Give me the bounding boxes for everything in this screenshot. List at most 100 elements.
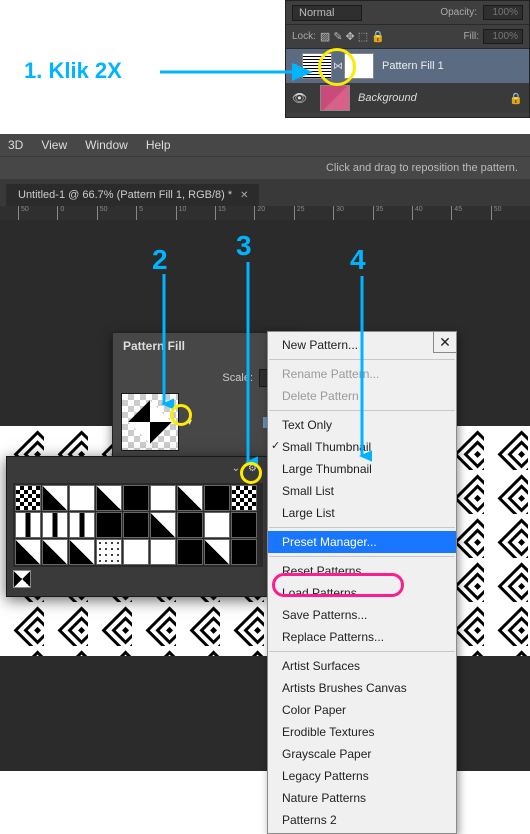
pattern-item[interactable] bbox=[15, 512, 41, 538]
ps-main-window: 3D View Window Help Click and drag to re… bbox=[0, 134, 530, 771]
ruler-tick: 50 bbox=[97, 206, 136, 220]
pattern-item[interactable] bbox=[204, 512, 230, 538]
ruler-tick: 50 bbox=[18, 206, 57, 220]
pattern-item[interactable] bbox=[42, 539, 68, 565]
annotation-arrow-4 bbox=[352, 276, 372, 466]
ruler-tick: 40 bbox=[412, 206, 451, 220]
menu-color-paper[interactable]: Color Paper bbox=[268, 699, 456, 721]
menu-3d[interactable]: 3D bbox=[8, 138, 23, 152]
layer-link-icon[interactable]: ⋈ bbox=[332, 61, 344, 72]
pattern-item[interactable] bbox=[42, 485, 68, 511]
pattern-item[interactable] bbox=[177, 539, 203, 565]
lock-move-icon[interactable]: ✥ bbox=[346, 30, 355, 43]
lock-crop-icon[interactable]: ⬚ bbox=[358, 30, 368, 43]
lock-brush-icon[interactable]: ✎ bbox=[333, 30, 342, 43]
ruler-tick: 15 bbox=[215, 206, 254, 220]
pattern-item[interactable] bbox=[96, 512, 122, 538]
pattern-item[interactable] bbox=[69, 485, 95, 511]
pattern-item[interactable] bbox=[150, 512, 176, 538]
pattern-item[interactable] bbox=[204, 485, 230, 511]
pattern-item[interactable] bbox=[42, 512, 68, 538]
bg-thumb[interactable] bbox=[320, 85, 350, 111]
pattern-item[interactable] bbox=[69, 539, 95, 565]
lock-icons: ▨ ✎ ✥ ⬚ 🔒 bbox=[320, 30, 385, 43]
ruler-tick: 25 bbox=[294, 206, 333, 220]
menu-save-patterns[interactable]: Save Patterns... bbox=[268, 604, 456, 626]
annotation-arrow-1 bbox=[160, 62, 320, 82]
annotation-number-3: 3 bbox=[236, 230, 252, 262]
pattern-item[interactable] bbox=[123, 539, 149, 565]
menu-window[interactable]: Window bbox=[85, 138, 128, 152]
ruler-tick: 0 bbox=[57, 206, 96, 220]
menubar: 3D View Window Help bbox=[0, 134, 530, 156]
blend-mode-dropdown[interactable]: Normal bbox=[292, 5, 362, 21]
layer-pattern-fill[interactable]: ▾ ⋈ Pattern Fill 1 bbox=[286, 49, 529, 83]
menu-reset-patterns[interactable]: Reset Patterns... bbox=[268, 560, 456, 582]
pattern-item[interactable] bbox=[150, 539, 176, 565]
menu-artists-brushes[interactable]: Artists Brushes Canvas bbox=[268, 677, 456, 699]
menu-small-list[interactable]: Small List bbox=[268, 480, 456, 502]
layers-blend-row: Normal Opacity: 100% bbox=[286, 1, 529, 25]
chevron-down-icon[interactable]: ▾ bbox=[187, 417, 192, 428]
pattern-item[interactable] bbox=[96, 539, 122, 565]
menu-view[interactable]: View bbox=[41, 138, 67, 152]
annotation-arrow-3 bbox=[238, 262, 258, 472]
opacity-label: Opacity: bbox=[440, 7, 477, 18]
menu-artist-surfaces[interactable]: Artist Surfaces bbox=[268, 655, 456, 677]
ruler-tick: 45 bbox=[451, 206, 490, 220]
pattern-item[interactable] bbox=[15, 539, 41, 565]
ruler-tick: 35 bbox=[373, 206, 412, 220]
lock-all-icon[interactable]: 🔒 bbox=[371, 30, 385, 43]
eye-icon[interactable]: 👁 bbox=[292, 91, 306, 105]
pattern-item[interactable] bbox=[177, 512, 203, 538]
menu-erodible[interactable]: Erodible Textures bbox=[268, 721, 456, 743]
pattern-item-small[interactable] bbox=[13, 570, 31, 588]
pattern-item[interactable] bbox=[96, 485, 122, 511]
opacity-value[interactable]: 100% bbox=[483, 5, 523, 20]
menu-replace-patterns[interactable]: Replace Patterns... bbox=[268, 626, 456, 648]
bg-lock-icon: 🔒 bbox=[509, 92, 523, 105]
pattern-item[interactable] bbox=[177, 485, 203, 511]
menu-patterns-2[interactable]: Patterns 2 bbox=[268, 809, 456, 831]
ruler-tick: 20 bbox=[254, 206, 293, 220]
lock-label: Lock: bbox=[292, 31, 316, 42]
options-bar: Click and drag to reposition the pattern… bbox=[0, 156, 530, 180]
pattern-item[interactable] bbox=[231, 485, 257, 511]
pattern-item[interactable] bbox=[231, 512, 257, 538]
fill-label: Fill: bbox=[463, 31, 479, 42]
layer-mask-thumb[interactable] bbox=[344, 53, 374, 79]
pattern-item[interactable] bbox=[150, 485, 176, 511]
doc-tab-label: Untitled-1 @ 66.7% (Pattern Fill 1, RGB/… bbox=[18, 189, 232, 201]
fill-value[interactable]: 100% bbox=[483, 29, 523, 44]
ruler-tick: 50 bbox=[491, 206, 530, 220]
close-icon[interactable]: ✕ bbox=[433, 331, 457, 353]
layers-panel: Normal Opacity: 100% Lock: ▨ ✎ ✥ ⬚ 🔒 Fil… bbox=[285, 0, 530, 118]
menu-nature-patterns[interactable]: Nature Patterns bbox=[268, 787, 456, 809]
menu-help[interactable]: Help bbox=[146, 138, 171, 152]
pattern-item[interactable] bbox=[15, 485, 41, 511]
layer-name-label: Pattern Fill 1 bbox=[382, 60, 444, 72]
pattern-item[interactable] bbox=[204, 539, 230, 565]
lock-trans-icon[interactable]: ▨ bbox=[320, 30, 330, 43]
menu-load-patterns[interactable]: Load Patterns... bbox=[268, 582, 456, 604]
ruler-tick: 5 bbox=[136, 206, 175, 220]
annotation-number-4: 4 bbox=[350, 244, 366, 276]
pattern-item[interactable] bbox=[231, 539, 257, 565]
menu-preset-manager[interactable]: Preset Manager... bbox=[268, 531, 456, 553]
layer-background[interactable]: 👁 Background 🔒 bbox=[286, 83, 529, 113]
pattern-item[interactable] bbox=[123, 512, 149, 538]
bg-name-label: Background bbox=[358, 92, 417, 104]
pattern-grid bbox=[13, 483, 263, 567]
pattern-item[interactable] bbox=[69, 512, 95, 538]
close-icon[interactable]: ✕ bbox=[240, 190, 248, 201]
ruler-tick: 10 bbox=[176, 206, 215, 220]
annotation-step1-label: 1. Klik 2X bbox=[24, 58, 122, 84]
pattern-item[interactable] bbox=[123, 485, 149, 511]
ruler-tick: 30 bbox=[333, 206, 372, 220]
menu-large-list[interactable]: Large List bbox=[268, 502, 456, 524]
doc-tabbar: Untitled-1 @ 66.7% (Pattern Fill 1, RGB/… bbox=[0, 180, 530, 206]
menu-legacy-patterns[interactable]: Legacy Patterns bbox=[268, 765, 456, 787]
menu-grayscale-paper[interactable]: Grayscale Paper bbox=[268, 743, 456, 765]
doc-tab[interactable]: Untitled-1 @ 66.7% (Pattern Fill 1, RGB/… bbox=[6, 184, 259, 206]
pattern-picker-flyout: ⌄ ⚙ bbox=[6, 456, 268, 597]
